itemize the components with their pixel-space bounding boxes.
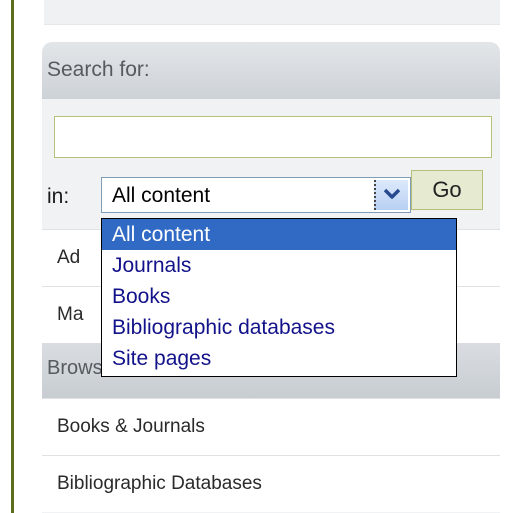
left-border-rule	[11, 0, 14, 513]
menu-row-label: Ad	[57, 247, 81, 268]
dropdown-option-all-content[interactable]: All content	[102, 219, 456, 250]
top-strip-divider	[44, 24, 500, 25]
dropdown-option-books[interactable]: Books	[102, 281, 456, 312]
scope-select[interactable]: All content	[101, 177, 411, 213]
search-header-label: Search for:	[47, 58, 150, 81]
browse-item-label: Bibliographic Databases	[57, 473, 262, 494]
browse-item-books-journals[interactable]: Books & Journals	[42, 398, 500, 455]
scope-select-button[interactable]	[374, 180, 408, 210]
chevron-down-icon	[383, 188, 401, 199]
search-input[interactable]	[54, 116, 492, 158]
go-button[interactable]: Go	[411, 170, 483, 210]
dropdown-option-journals[interactable]: Journals	[102, 250, 456, 281]
browse-item-label: Books & Journals	[57, 416, 205, 437]
top-strip	[44, 0, 500, 24]
browse-item-bibliographic-databases[interactable]: Bibliographic Databases	[42, 455, 500, 512]
scope-select-value: All content	[112, 184, 211, 207]
scope-dropdown-list: All content Journals Books Bibliographic…	[101, 218, 457, 377]
dropdown-option-bibliographic-databases[interactable]: Bibliographic databases	[102, 312, 456, 343]
page-frame: Search for: in: All content Go Ad Ma Bro…	[0, 0, 506, 513]
search-header: Search for:	[42, 42, 500, 99]
dropdown-option-site-pages[interactable]: Site pages	[102, 343, 456, 374]
menu-row-label: Ma	[57, 304, 84, 325]
scope-label: in:	[47, 185, 70, 208]
